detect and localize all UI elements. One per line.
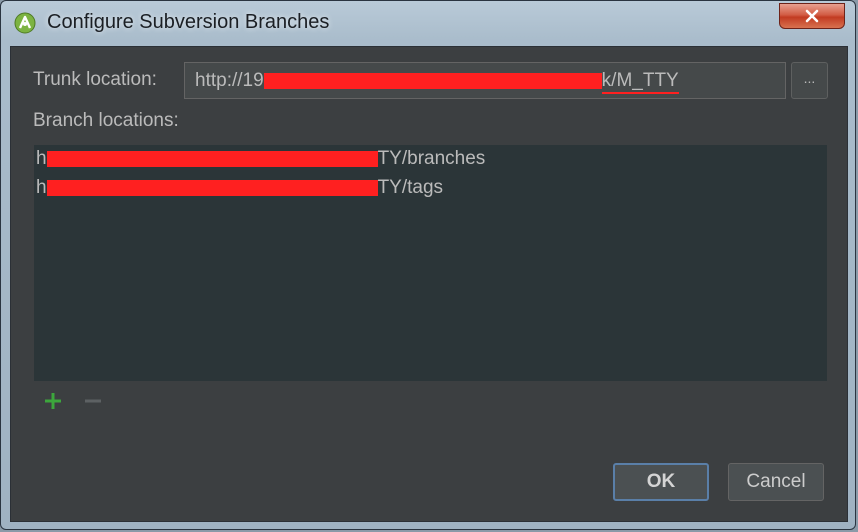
title-bar: Configure Subversion Branches	[1, 1, 855, 45]
dialog-content: Trunk location: http://19 k/M_TTY ... Bra…	[10, 46, 848, 522]
branch-suffix: TY/tags	[377, 177, 444, 198]
trunk-value-prefix: http://19	[195, 70, 264, 91]
redaction-bar	[46, 150, 378, 167]
branch-suffix: TY/branches	[377, 148, 486, 169]
dialog-window: Configure Subversion Branches Trunk loca…	[0, 0, 856, 530]
browse-button[interactable]: ...	[791, 62, 828, 99]
redaction-bar	[46, 179, 378, 196]
cancel-button[interactable]: Cancel	[728, 463, 824, 501]
plus-icon[interactable]	[42, 390, 64, 412]
trunk-location-label: Trunk location:	[33, 69, 157, 90]
dialog-title: Configure Subversion Branches	[47, 11, 330, 33]
trunk-value-suffix: k/M_TTY	[601, 70, 679, 94]
branch-locations-list[interactable]: h TY/branches h TY/tags	[34, 145, 827, 381]
list-item[interactable]: h TY/tags	[36, 174, 443, 202]
branch-prefix: h	[36, 177, 47, 198]
branch-locations-label: Branch locations:	[33, 110, 179, 131]
android-studio-icon	[14, 12, 36, 34]
redaction-bar	[263, 72, 602, 89]
list-item[interactable]: h TY/branches	[36, 145, 485, 173]
close-icon	[805, 9, 819, 23]
minus-icon[interactable]	[82, 390, 104, 412]
close-button[interactable]	[779, 3, 845, 29]
ok-button[interactable]: OK	[613, 463, 709, 501]
trunk-location-input[interactable]: http://19 k/M_TTY	[184, 62, 786, 99]
branch-prefix: h	[36, 148, 47, 169]
